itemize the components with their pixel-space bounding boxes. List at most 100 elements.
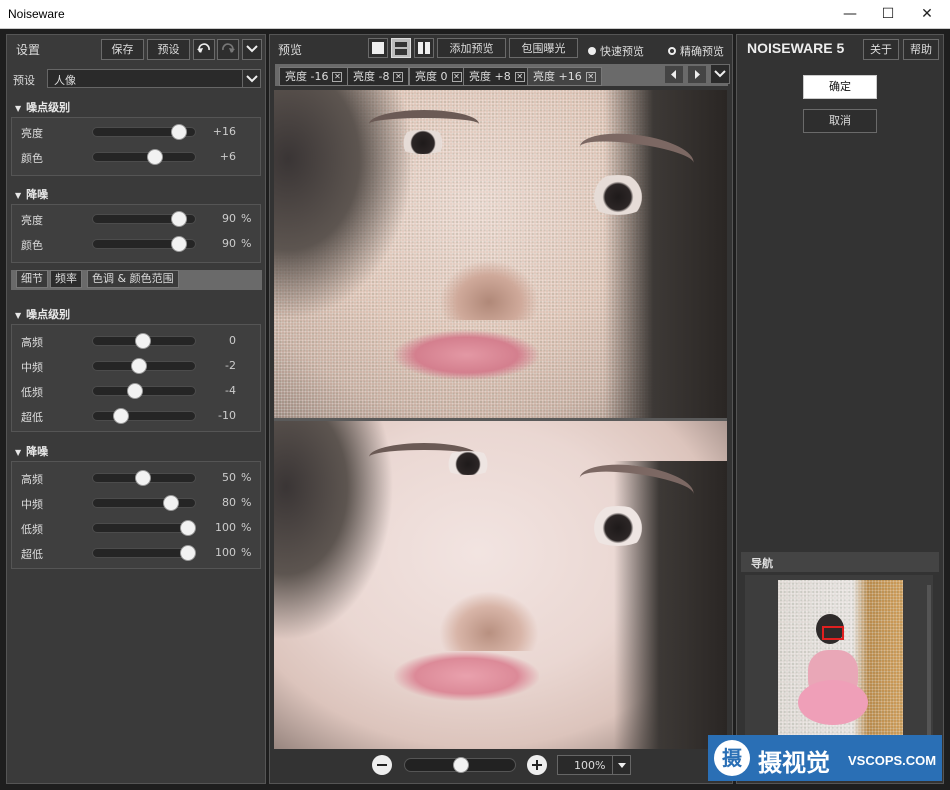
preview-tab-label: 亮度 +16 xyxy=(533,70,582,83)
preview-tab[interactable]: 亮度 0 ✕ xyxy=(409,67,468,86)
preview-tab[interactable]: 亮度 -8 ✕ xyxy=(347,67,410,86)
slider-row: 颜色 +6 xyxy=(12,147,262,167)
tab-tone-color-range[interactable]: 色调 & 颜色范围 xyxy=(87,270,179,288)
caret-down-icon xyxy=(618,763,626,768)
tab-frequency[interactable]: 频率 xyxy=(50,270,82,288)
close-tab-icon[interactable]: ✕ xyxy=(514,72,525,82)
preview-tab[interactable]: 亮度 -16 ✕ xyxy=(279,67,349,86)
slider-track[interactable] xyxy=(92,149,196,165)
slider-track[interactable] xyxy=(92,211,196,227)
settings-title: 设置 xyxy=(16,43,41,57)
slider-knob[interactable] xyxy=(163,495,179,511)
cancel-button[interactable]: 取消 xyxy=(803,109,877,133)
slider-label: 超低 xyxy=(21,548,43,561)
slider-row: 超低 -10 xyxy=(12,406,262,426)
close-tab-icon[interactable]: ✕ xyxy=(585,72,596,82)
slider-knob[interactable] xyxy=(131,358,147,374)
noise-level-group: 亮度 +16 颜色 +6 xyxy=(11,117,261,176)
slider-knob[interactable] xyxy=(113,408,129,424)
save-button[interactable]: 保存 xyxy=(101,39,144,60)
accurate-preview-radio[interactable]: 精确预览 xyxy=(668,43,724,59)
slider-knob[interactable] xyxy=(180,520,196,536)
zoom-select[interactable]: 100% xyxy=(557,755,631,775)
slider-track[interactable] xyxy=(92,333,196,349)
zoom-slider[interactable] xyxy=(404,757,516,773)
help-button[interactable]: 帮助 xyxy=(903,39,939,60)
slider-track[interactable] xyxy=(92,236,196,252)
slider-knob[interactable] xyxy=(171,211,187,227)
preview-tab[interactable]: 亮度 +8 ✕ xyxy=(463,67,531,86)
slider-value: 90 xyxy=(222,212,236,225)
split-vertical-button[interactable] xyxy=(414,38,434,58)
preset-dropdown-arrow[interactable] xyxy=(242,70,260,87)
preset-button[interactable]: 预设 xyxy=(147,39,190,60)
slider-knob[interactable] xyxy=(147,149,163,165)
undo-button[interactable] xyxy=(193,39,215,60)
slider-row: 低频 -4 xyxy=(12,381,262,401)
navigator-viewport-box[interactable] xyxy=(822,626,844,640)
about-button[interactable]: 关于 xyxy=(863,39,899,60)
single-view-button[interactable] xyxy=(368,38,388,58)
settings-menu-button[interactable] xyxy=(242,39,262,60)
tab-scroll-left-button[interactable] xyxy=(664,65,684,84)
slider-track[interactable] xyxy=(92,358,196,374)
add-preview-button[interactable]: 添加预览 xyxy=(437,38,506,58)
preset-select[interactable]: 人像 xyxy=(47,69,261,88)
tab-detail[interactable]: 细节 xyxy=(16,270,48,288)
slider-row: 超低 100% xyxy=(12,543,262,563)
ok-button[interactable]: 确定 xyxy=(803,75,877,99)
preview-image-original[interactable] xyxy=(274,90,727,418)
slider-track[interactable] xyxy=(92,383,196,399)
slider-track[interactable] xyxy=(92,495,196,511)
slider-track[interactable] xyxy=(92,124,196,140)
slider-label: 颜色 xyxy=(21,152,43,165)
navigator-header: 导航 xyxy=(741,552,939,572)
slider-knob[interactable] xyxy=(171,124,187,140)
zoom-in-button[interactable] xyxy=(527,755,547,775)
slider-value: -4 xyxy=(225,384,236,397)
close-tab-icon[interactable]: ✕ xyxy=(332,72,343,82)
title-bar: Noiseware — ☐ ✕ xyxy=(0,0,950,29)
preview-title: 预览 xyxy=(278,43,303,57)
slider-value: 90 xyxy=(222,237,236,250)
close-tab-icon[interactable]: ✕ xyxy=(393,72,404,82)
slider-row: 亮度 90% xyxy=(12,209,262,229)
noise-level-header[interactable]: ▼ 噪点级别 xyxy=(15,99,70,115)
tab-scroll-right-button[interactable] xyxy=(687,65,707,84)
close-button[interactable]: ✕ xyxy=(904,0,950,29)
navigator-title: 导航 xyxy=(751,557,773,570)
zoom-dropdown-arrow[interactable] xyxy=(612,756,630,774)
zoom-value: 100% xyxy=(574,759,606,772)
zoom-out-button[interactable] xyxy=(372,755,392,775)
freq-noise-level-header[interactable]: ▼ 噪点级别 xyxy=(15,306,70,322)
fast-preview-radio[interactable]: 快速预览 xyxy=(588,43,644,59)
minus-icon xyxy=(377,764,387,766)
redo-button[interactable] xyxy=(217,39,239,60)
slider-track[interactable] xyxy=(92,545,196,561)
slider-knob[interactable] xyxy=(135,333,151,349)
denoise-header[interactable]: ▼ 降噪 xyxy=(15,186,48,202)
slider-track[interactable] xyxy=(92,520,196,536)
slider-knob[interactable] xyxy=(127,383,143,399)
freq-denoise-group: 高频 50% 中频 80% 低频 100% 超低 100% xyxy=(11,461,261,569)
slider-value: 80 xyxy=(222,496,236,509)
split-horizontal-button[interactable] xyxy=(391,38,411,58)
slider-knob[interactable] xyxy=(180,545,196,561)
preview-tab[interactable]: 亮度 +16 ✕ xyxy=(527,67,602,86)
slider-knob[interactable] xyxy=(135,470,151,486)
undo-icon xyxy=(197,43,210,53)
slider-row: 低频 100% xyxy=(12,518,262,538)
close-tab-icon[interactable]: ✕ xyxy=(451,72,462,82)
navigator-thumbnail[interactable] xyxy=(778,580,903,738)
tab-menu-button[interactable] xyxy=(710,64,730,84)
bracket-exposure-button[interactable]: 包围曝光 xyxy=(509,38,578,58)
slider-label: 高频 xyxy=(21,473,43,486)
navigator-scrollbar[interactable] xyxy=(927,585,931,735)
freq-denoise-header[interactable]: ▼ 降噪 xyxy=(15,443,48,459)
preset-label: 预设 xyxy=(13,74,35,87)
slider-knob[interactable] xyxy=(171,236,187,252)
slider-track[interactable] xyxy=(92,408,196,424)
preview-image-processed[interactable] xyxy=(274,421,727,749)
zoom-slider-knob[interactable] xyxy=(453,757,469,773)
slider-track[interactable] xyxy=(92,470,196,486)
